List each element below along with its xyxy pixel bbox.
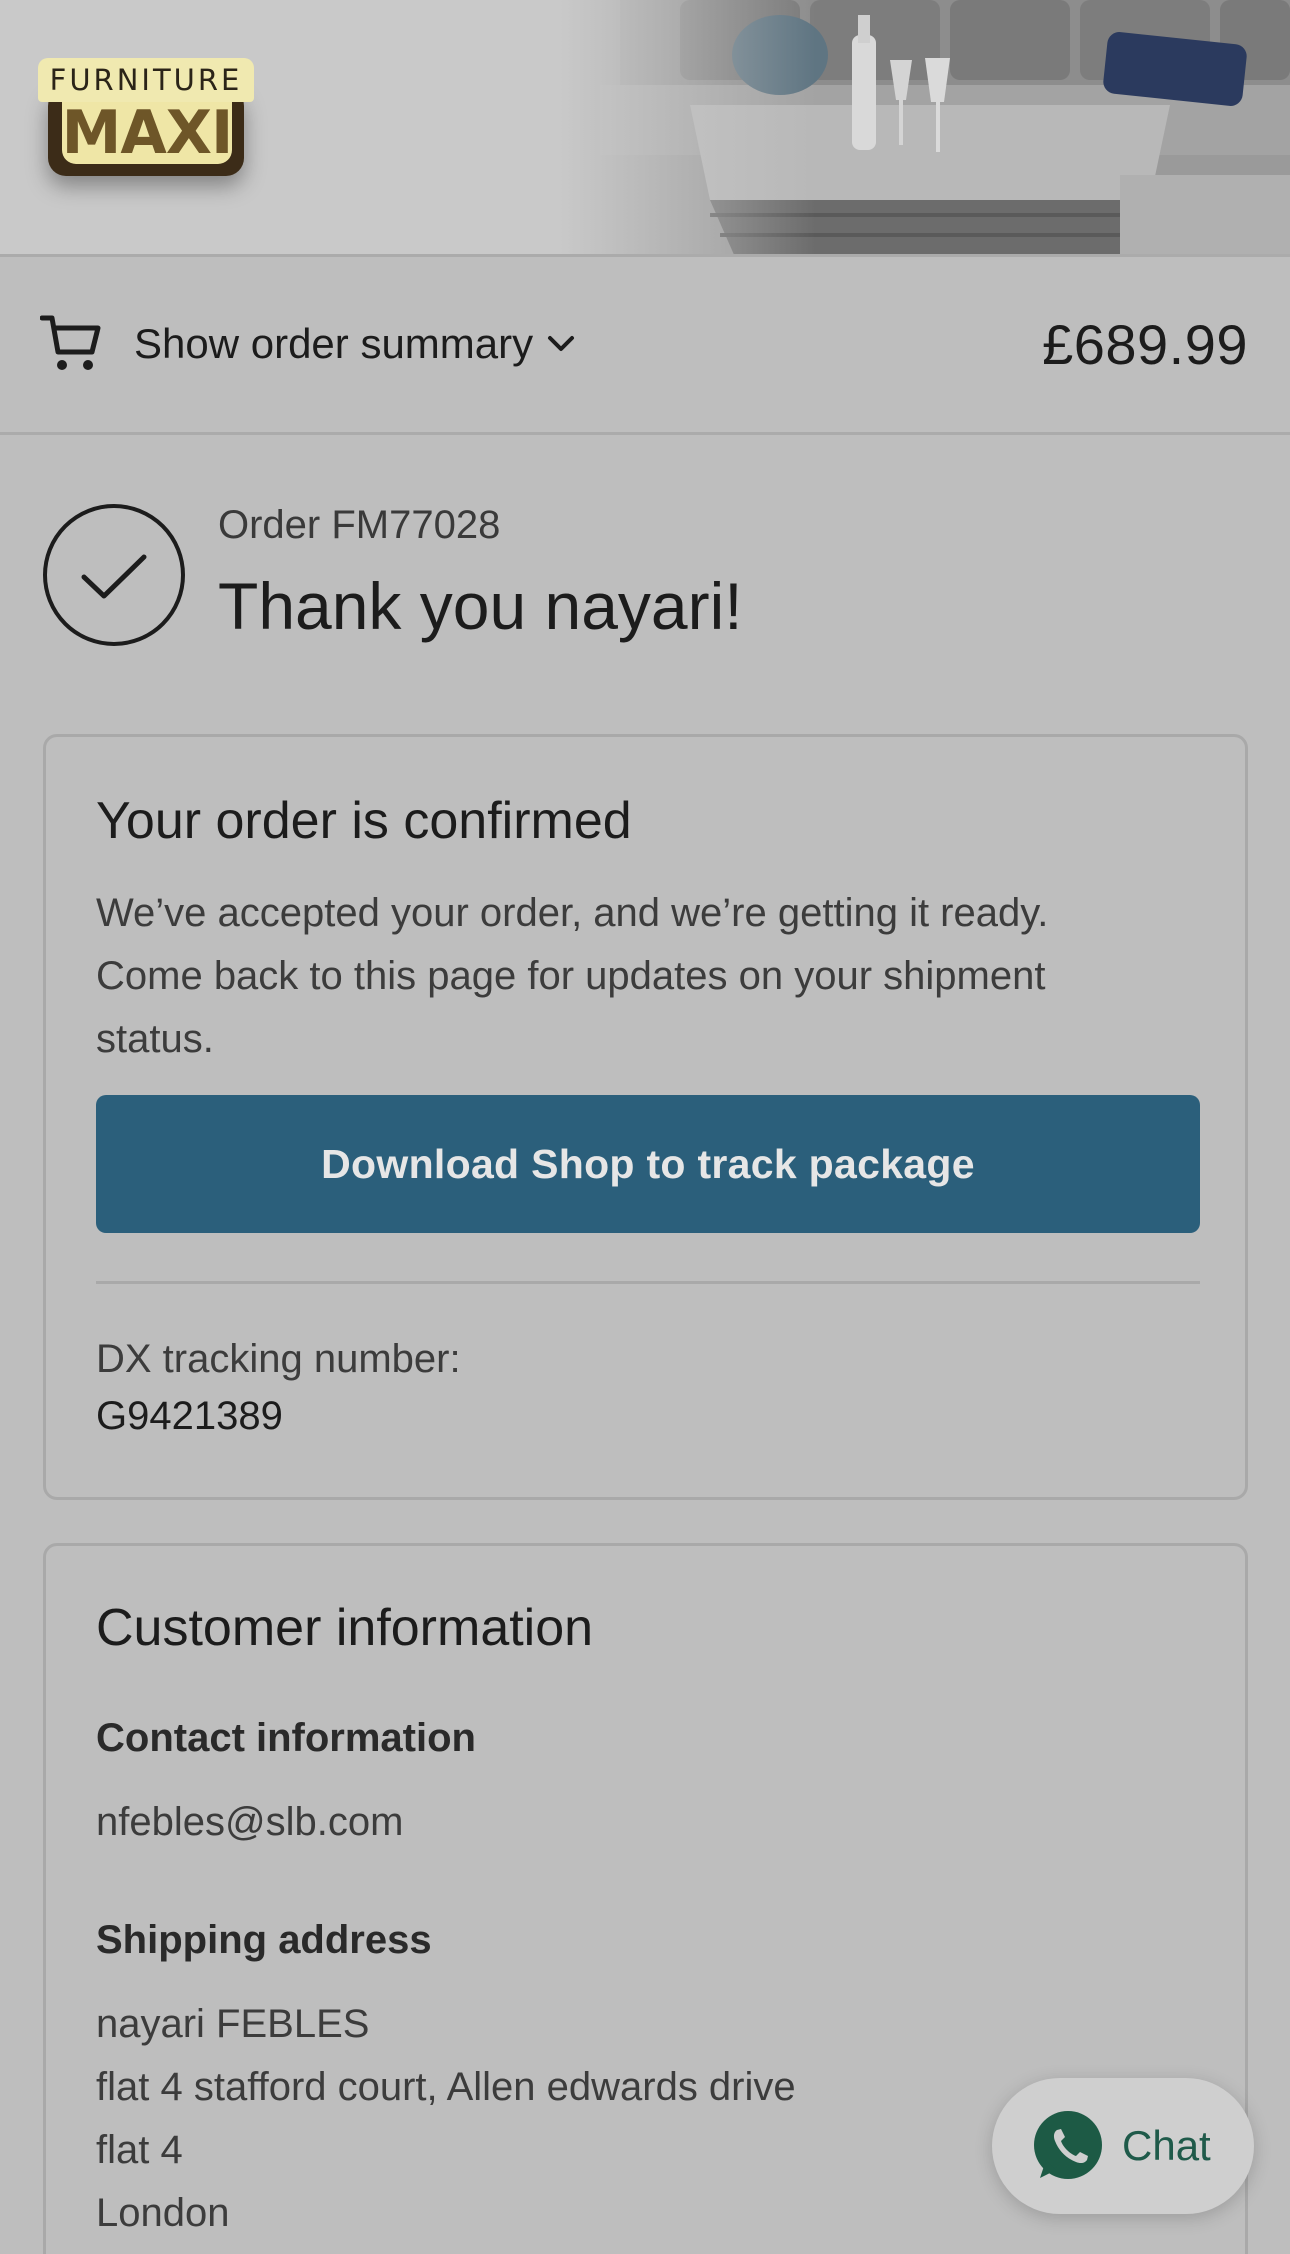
message-line: We’ve accepted your order, and we’re get…	[96, 891, 1049, 935]
logo-main-text: MAXI	[61, 98, 234, 168]
logo-top-text: FURNITURE	[38, 58, 254, 102]
whatsapp-icon	[1034, 2111, 1102, 2179]
order-total-price: £689.99	[1042, 313, 1248, 376]
show-order-summary-label: Show order summary	[134, 320, 534, 367]
order-number: Order FM77028	[218, 503, 501, 547]
customer-information-title: Customer information	[96, 1599, 594, 1657]
store-header: FURNITURE MAXI	[0, 0, 1290, 257]
tracking-number-value[interactable]: G9421389	[96, 1394, 283, 1439]
shipping-address: nayari FEBLES flat 4 stafford court, All…	[96, 1993, 796, 2245]
contact-email: nfebles@slb.com	[96, 1800, 404, 1844]
furniture-maxi-logo[interactable]: FURNITURE MAXI	[38, 58, 256, 178]
show-order-summary-toggle[interactable]: Show order summary	[134, 320, 575, 368]
address-line: nayari FEBLES	[96, 2002, 370, 2046]
order-confirmed-message: We’ve accepted your order, and we’re get…	[96, 882, 1206, 1071]
address-line: flat 4	[96, 2128, 183, 2172]
thank-you-heading: Thank you nayari!	[218, 569, 743, 643]
divider	[96, 1281, 1200, 1284]
address-line: London	[96, 2191, 230, 2235]
contact-information-heading: Contact information	[96, 1716, 476, 1760]
shipping-address-heading: Shipping address	[96, 1918, 432, 1962]
download-shop-track-button[interactable]: Download Shop to track package	[96, 1095, 1200, 1233]
order-confirmed-title: Your order is confirmed	[96, 792, 632, 850]
chat-button[interactable]: Chat	[992, 2078, 1254, 2214]
chat-label: Chat	[1122, 2122, 1211, 2169]
address-line: flat 4 stafford court, Allen edwards dri…	[96, 2065, 796, 2109]
furniture-banner-image	[560, 0, 1290, 254]
checkmark-circle-icon	[43, 504, 185, 646]
order-confirmed-card: Your order is confirmed We’ve accepted y…	[43, 734, 1248, 1500]
message-line: Come back to this page for updates on yo…	[96, 954, 1046, 998]
chevron-down-icon	[548, 336, 575, 351]
message-line: status.	[96, 1017, 214, 1061]
tracking-number-label: DX tracking number:	[96, 1337, 461, 1381]
cart-icon	[40, 315, 101, 370]
